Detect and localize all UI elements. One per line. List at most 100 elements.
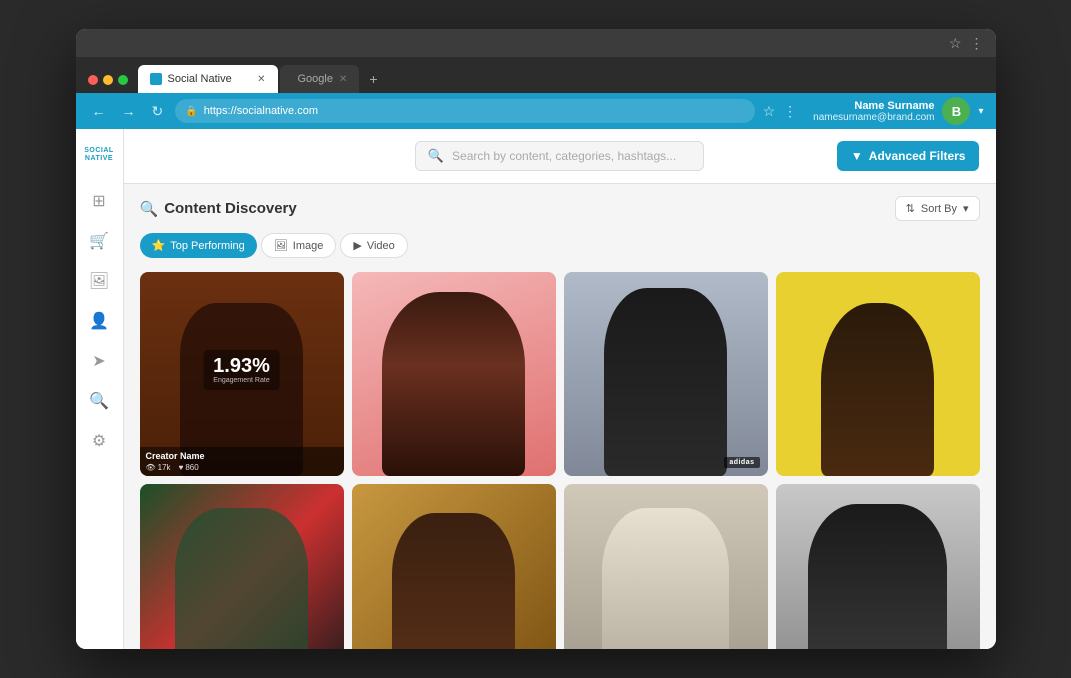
sidebar-item-media[interactable]: 🖼	[83, 265, 115, 297]
user-area: Name Surname namesurname@brand.com B ▾	[813, 97, 983, 125]
content-discovery-icon: 🔍	[140, 200, 159, 218]
tab-close-icon[interactable]: ✕	[257, 74, 265, 85]
bookmark-icon[interactable]: ☆	[763, 103, 776, 120]
item-6-figure	[352, 484, 556, 649]
creator-name: Creator Name	[146, 451, 338, 461]
logo-text-line1: SOCIAL	[84, 147, 113, 155]
lock-icon: 🔒	[185, 106, 197, 117]
sort-dropdown-icon: ▾	[963, 202, 969, 215]
star-icon[interactable]: ☆	[949, 35, 962, 52]
sidebar-item-settings[interactable]: ⚙	[83, 425, 115, 457]
user-email: namesurname@brand.com	[813, 112, 934, 123]
sidebar-item-shopping[interactable]: 🛒	[83, 225, 115, 257]
tabs-bar: Social Native ✕ Google ✕ +	[76, 57, 996, 93]
tab-label: Social Native	[168, 73, 232, 85]
sidebar-item-dashboard[interactable]: ⊞	[83, 185, 115, 217]
google-tab-close[interactable]: ✕	[339, 74, 347, 85]
person-shape-2	[382, 292, 525, 476]
app-header: 🔍 ▼ Advanced Filters	[124, 129, 996, 184]
user-avatar[interactable]: B	[942, 97, 970, 125]
engagement-rate-value: 1.93%	[213, 355, 270, 377]
user-name: Name Surname	[813, 100, 934, 112]
forward-button[interactable]: →	[118, 101, 140, 121]
os-bar: ☆ ⋮	[76, 29, 996, 57]
back-button[interactable]: ←	[88, 101, 110, 121]
grid-item-8[interactable]: CALVIN KLEIN JEANS	[776, 484, 980, 649]
views-icon: 👁	[146, 463, 156, 472]
fullscreen-traffic-light[interactable]	[118, 75, 128, 85]
browser-window: ☆ ⋮ Social Native ✕ Google ✕ + ← → ↻ 🔒	[76, 29, 996, 649]
nav-right-icons: ☆ ⋮	[763, 103, 798, 120]
search-icon: 🔍	[428, 148, 444, 164]
engagement-overlay: 1.93% Engagement Rate	[203, 350, 280, 390]
search-input[interactable]	[452, 149, 691, 163]
filter-icon: ▼	[851, 149, 863, 163]
grid-item-3[interactable]: adidas	[564, 272, 768, 476]
google-tab-label: Google	[298, 73, 333, 85]
grid-item-5[interactable]	[140, 484, 344, 649]
person-shape-3	[604, 288, 726, 476]
page-title-text: Content Discovery	[164, 200, 297, 217]
likes-icon: ♥	[179, 463, 184, 472]
nav-bar: ← → ↻ 🔒 https://socialnative.com ☆ ⋮ Nam…	[76, 93, 996, 129]
address-bar[interactable]: 🔒 https://socialnative.com	[175, 99, 754, 123]
page-title-row: 🔍 Content Discovery ⇅ Sort By ▾	[140, 196, 980, 221]
sort-by-button[interactable]: ⇅ Sort By ▾	[895, 196, 980, 221]
refresh-button[interactable]: ↻	[148, 101, 168, 122]
menu-icon[interactable]: ⋮	[970, 35, 984, 52]
engagement-rate-label: Engagement Rate	[213, 377, 270, 384]
sidebar: SOCIAL NATIVE ⊞ 🛒 🖼 👤 ➤ 🔍 ⚙	[76, 129, 124, 649]
minimize-traffic-light[interactable]	[103, 75, 113, 85]
sort-icon: ⇅	[906, 202, 915, 215]
app-container: SOCIAL NATIVE ⊞ 🛒 🖼 👤 ➤ 🔍 ⚙ 🔍	[76, 129, 996, 649]
person-shape-4	[821, 303, 933, 476]
item-7-figure	[564, 484, 768, 649]
more-icon[interactable]: ⋮	[783, 103, 797, 120]
video-tab-icon: ▶	[353, 239, 361, 252]
person-shape-6	[392, 513, 514, 649]
user-info: Name Surname namesurname@brand.com	[813, 100, 934, 123]
app-logo: SOCIAL NATIVE	[81, 141, 117, 169]
dropdown-arrow-icon[interactable]: ▾	[978, 106, 983, 117]
tab-social-native[interactable]: Social Native ✕	[138, 65, 278, 93]
sort-label: Sort By	[921, 203, 957, 215]
new-tab-button[interactable]: +	[361, 65, 385, 93]
url-text: https://socialnative.com	[204, 105, 318, 117]
item-3-figure	[564, 272, 768, 476]
item-5-figure	[140, 484, 344, 649]
grid-item-1[interactable]: 1.93% Engagement Rate Creator Name 👁 17k	[140, 272, 344, 476]
item-8-figure	[776, 484, 980, 649]
likes-stat: ♥ 860	[179, 463, 199, 472]
content-tabs: ⭐ Top Performing 🖼 Image ▶ Video	[140, 233, 980, 258]
page-title: 🔍 Content Discovery	[140, 200, 297, 218]
grid-item-4[interactable]	[776, 272, 980, 476]
tab-image[interactable]: 🖼 Image	[261, 233, 337, 258]
tab-favicon	[150, 73, 162, 85]
tab-top-performing[interactable]: ⭐ Top Performing	[140, 233, 257, 258]
sidebar-item-search[interactable]: 🔍	[83, 385, 115, 417]
tab-google[interactable]: Google ✕	[280, 65, 360, 93]
search-container: 🔍	[415, 141, 704, 171]
brand-label-3: adidas	[724, 457, 759, 468]
top-performing-icon: ⭐	[152, 239, 166, 252]
main-content: 🔍 ▼ Advanced Filters 🔍 Content Discove	[124, 129, 996, 649]
logo-text-line2: NATIVE	[85, 155, 113, 163]
image-tab-icon: 🖼	[274, 239, 288, 252]
creator-stats: 👁 17k ♥ 860	[146, 463, 338, 472]
sidebar-item-profile[interactable]: 👤	[83, 305, 115, 337]
person-shape-7	[602, 508, 728, 649]
views-stat: 👁 17k	[146, 463, 171, 472]
advanced-filters-button[interactable]: ▼ Advanced Filters	[837, 141, 980, 171]
grid-item-7[interactable]: Timberland	[564, 484, 768, 649]
item-4-figure	[776, 272, 980, 476]
grid-item-2[interactable]	[352, 272, 556, 476]
item-2-figure	[352, 272, 556, 476]
tab-video[interactable]: ▶ Video	[340, 233, 407, 258]
sidebar-item-send[interactable]: ➤	[83, 345, 115, 377]
item-1-creator-info: Creator Name 👁 17k ♥ 860	[140, 447, 344, 476]
grid-item-6[interactable]	[352, 484, 556, 649]
content-body: 🔍 Content Discovery ⇅ Sort By ▾ ⭐ Top Pe…	[124, 184, 996, 649]
person-shape-5	[175, 508, 308, 649]
close-traffic-light[interactable]	[88, 75, 98, 85]
advanced-filters-label: Advanced Filters	[869, 149, 966, 163]
